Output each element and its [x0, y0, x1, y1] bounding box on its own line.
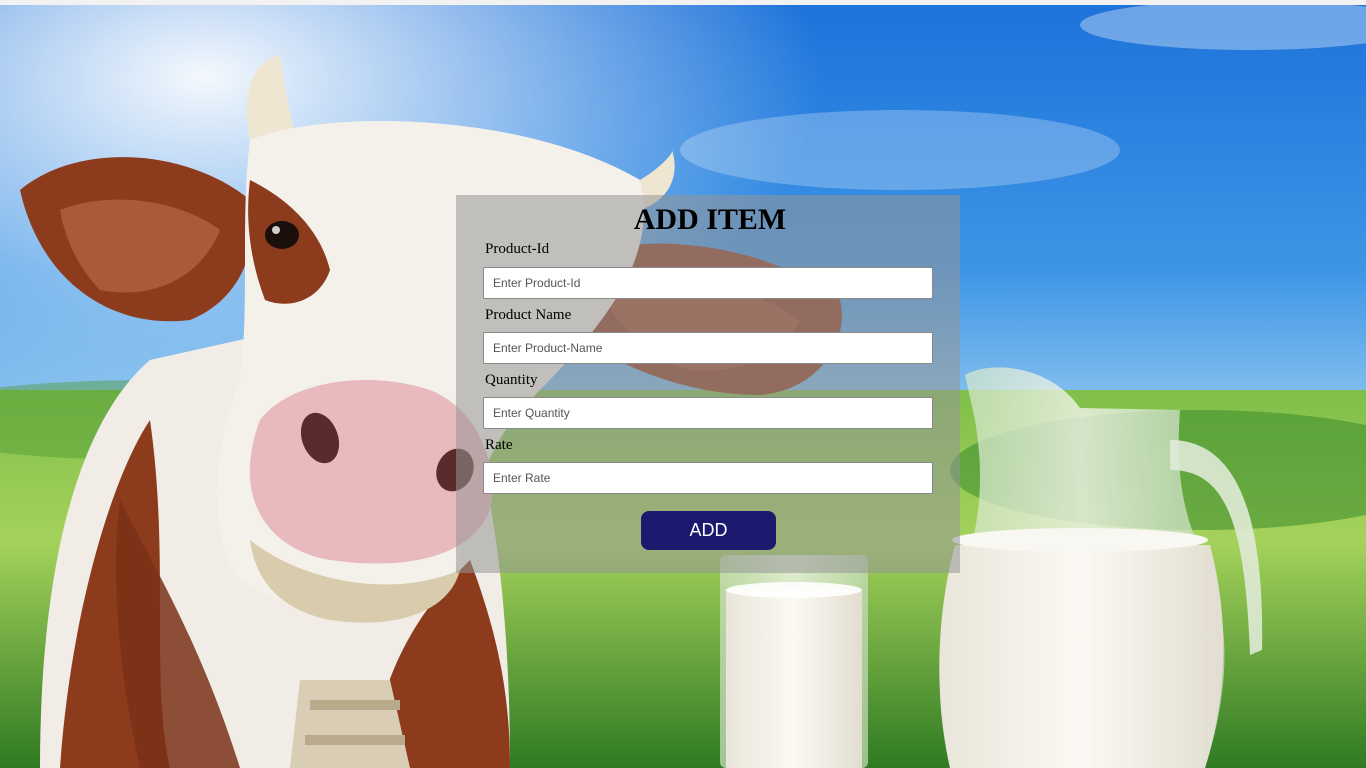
- product-id-input[interactable]: [483, 267, 933, 299]
- product-name-input[interactable]: [483, 332, 933, 364]
- panel-title-wrapper: ADD ITEM: [456, 203, 960, 237]
- product-name-label: Product Name: [485, 307, 572, 323]
- product-id-label: Product-Id: [485, 241, 550, 257]
- browser-top-strip: [0, 0, 1366, 5]
- rate-input[interactable]: [483, 462, 933, 494]
- add-button[interactable]: ADD: [641, 511, 776, 550]
- rate-label: Rate: [485, 437, 513, 453]
- quantity-input[interactable]: [483, 397, 933, 429]
- page-title: ADD ITEM: [633, 203, 787, 236]
- quantity-label: Quantity: [485, 372, 538, 388]
